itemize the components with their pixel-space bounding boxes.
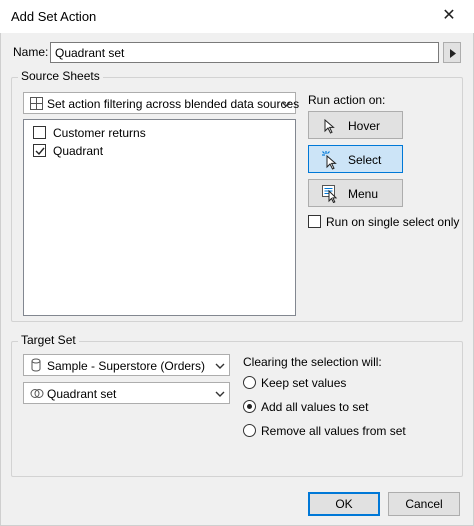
target-set-legend: Target Set <box>18 333 79 347</box>
sheet-item-customer-returns[interactable]: Customer returns <box>33 124 283 142</box>
hover-button-label: Hover <box>348 119 381 133</box>
sheet-checkbox-customer-returns[interactable] <box>33 126 46 139</box>
checkmark-icon <box>35 147 45 156</box>
radio-add-all[interactable] <box>243 400 256 413</box>
radio-option-add-all[interactable]: Add all values to set <box>243 398 443 416</box>
target-set-value: Quadrant set <box>47 387 117 401</box>
source-sheets-list: Customer returns Quadrant <box>23 119 296 316</box>
hover-button[interactable]: Hover <box>308 111 403 139</box>
play-icon <box>450 49 456 58</box>
window-title: Add Set Action <box>11 9 97 24</box>
close-icon[interactable]: ✕ <box>434 4 464 28</box>
pointer-icon <box>324 119 335 134</box>
sheet-label: Customer returns <box>53 126 146 140</box>
target-set-dropdown[interactable]: Quadrant set <box>23 382 230 404</box>
source-sheets-legend: Source Sheets <box>18 69 103 83</box>
menu-icon <box>322 185 338 203</box>
cancel-button[interactable]: Cancel <box>388 492 460 516</box>
table-icon <box>30 97 43 110</box>
ok-button[interactable]: OK <box>308 492 380 516</box>
chevron-down-icon <box>281 101 291 107</box>
name-label: Name: <box>13 45 49 59</box>
single-select-option[interactable]: Run on single select only <box>308 213 460 231</box>
sheet-checkbox-quadrant[interactable] <box>33 144 46 157</box>
single-select-label: Run on single select only <box>326 215 460 229</box>
chevron-down-icon <box>215 391 225 397</box>
radio-option-keep[interactable]: Keep set values <box>243 374 443 392</box>
select-button-label: Select <box>348 153 382 167</box>
single-select-checkbox[interactable] <box>308 215 321 228</box>
radio-option-remove-all[interactable]: Remove all values from set <box>243 422 453 440</box>
sheet-item-quadrant[interactable]: Quadrant <box>33 142 283 160</box>
radio-label: Remove all values from set <box>261 424 406 438</box>
name-value: Quadrant set <box>55 46 125 60</box>
sheet-label: Quadrant <box>53 144 104 158</box>
datasource-value: Sample - Superstore (Orders) <box>47 359 206 373</box>
blended-filter-value: Set action filtering across blended data… <box>47 97 300 111</box>
radio-keep[interactable] <box>243 376 256 389</box>
select-pointer-icon <box>322 151 337 170</box>
menu-button-label: Menu <box>348 187 379 201</box>
clearing-label: Clearing the selection will: <box>243 355 382 369</box>
chevron-down-icon <box>215 363 225 369</box>
select-button[interactable]: Select <box>308 145 403 173</box>
radio-label: Add all values to set <box>261 400 369 414</box>
set-icon <box>30 389 44 398</box>
menu-button[interactable]: Menu <box>308 179 403 207</box>
radio-label: Keep set values <box>261 376 347 390</box>
blended-filter-dropdown[interactable]: Set action filtering across blended data… <box>23 92 300 114</box>
run-action-label: Run action on: <box>308 93 386 107</box>
name-menu-button[interactable] <box>443 42 461 63</box>
radio-remove-all[interactable] <box>243 424 256 437</box>
datasource-dropdown[interactable]: Sample - Superstore (Orders) <box>23 354 230 376</box>
database-icon <box>31 358 41 372</box>
name-input[interactable]: Quadrant set <box>50 42 439 63</box>
